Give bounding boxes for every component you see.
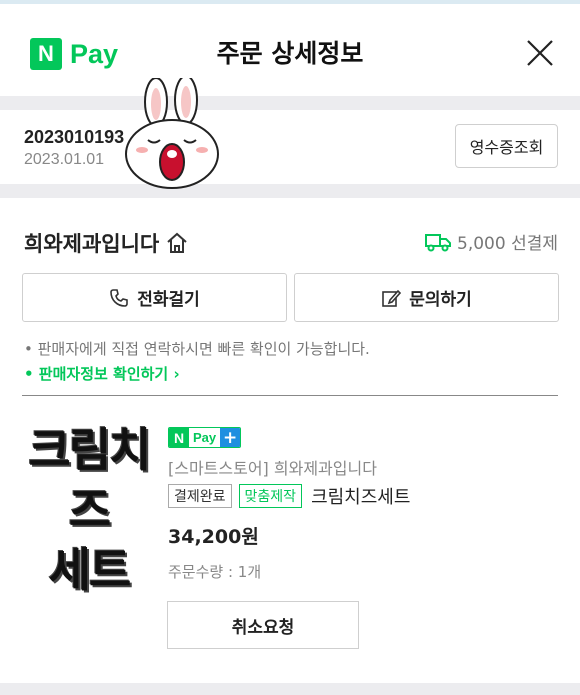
call-button-label: 전화걸기 [137,290,200,310]
section-divider [0,96,580,110]
truck-icon [425,233,451,251]
npay-badge-n: N [169,428,189,447]
home-icon [167,232,187,253]
shipping-info: 5,000 선결제 [425,229,558,254]
product-price: 34,200원 [168,526,259,548]
plus-icon: + [220,428,241,447]
seller-contact-note: • 판매자에게 직접 연락하시면 빠른 확인이 가능합니다. [24,340,370,358]
seller-info-link[interactable]: • 판매자정보 확인하기 › [24,363,180,384]
bunny-sticker [125,78,219,189]
page-title: 주문 상세정보 [216,39,364,68]
section-divider [0,184,580,198]
seller-name-row[interactable]: 희와제과입니다 [24,228,189,258]
order-number: 2023010193 [24,127,125,147]
divider-line [22,395,558,396]
edit-icon [382,289,402,307]
product-name[interactable]: 크림치즈세트 [311,483,410,509]
thumbnail-text-line: 크림치즈 [28,423,152,537]
order-date: 2023.01.01 [24,151,105,168]
inquiry-button-label: 문의하기 [409,290,472,310]
product-tags: 결제완료 맞춤제작 크림치즈세트 [168,483,410,509]
thumbnail-text-line: 세트 [48,543,132,597]
store-name[interactable]: [스마트스토어] 희와제과입니다 [168,455,377,479]
custom-made-badge: 맞춤제작 [238,484,303,508]
npay-badge-text: Pay [193,430,217,445]
header: N Pay 주문 상세정보 [0,4,580,96]
cancel-request-button[interactable]: 취소요청 [167,601,359,649]
close-icon[interactable] [524,37,556,69]
inquiry-button[interactable]: 문의하기 [294,273,559,322]
product-thumbnail[interactable]: 크림치즈 세트 [20,420,158,597]
section-divider [0,683,580,695]
call-button[interactable]: 전화걸기 [22,273,287,322]
status-badge: 결제완료 [168,484,232,508]
receipt-button[interactable]: 영수증조회 [455,124,558,168]
order-quantity: 주문수량 : 1개 [168,563,262,581]
phone-icon [110,288,129,307]
seller-name: 희와제과입니다 [24,232,160,256]
npay-plus-badge: N Pay + [168,427,242,448]
shipping-fee: 5,000 선결제 [457,234,558,254]
